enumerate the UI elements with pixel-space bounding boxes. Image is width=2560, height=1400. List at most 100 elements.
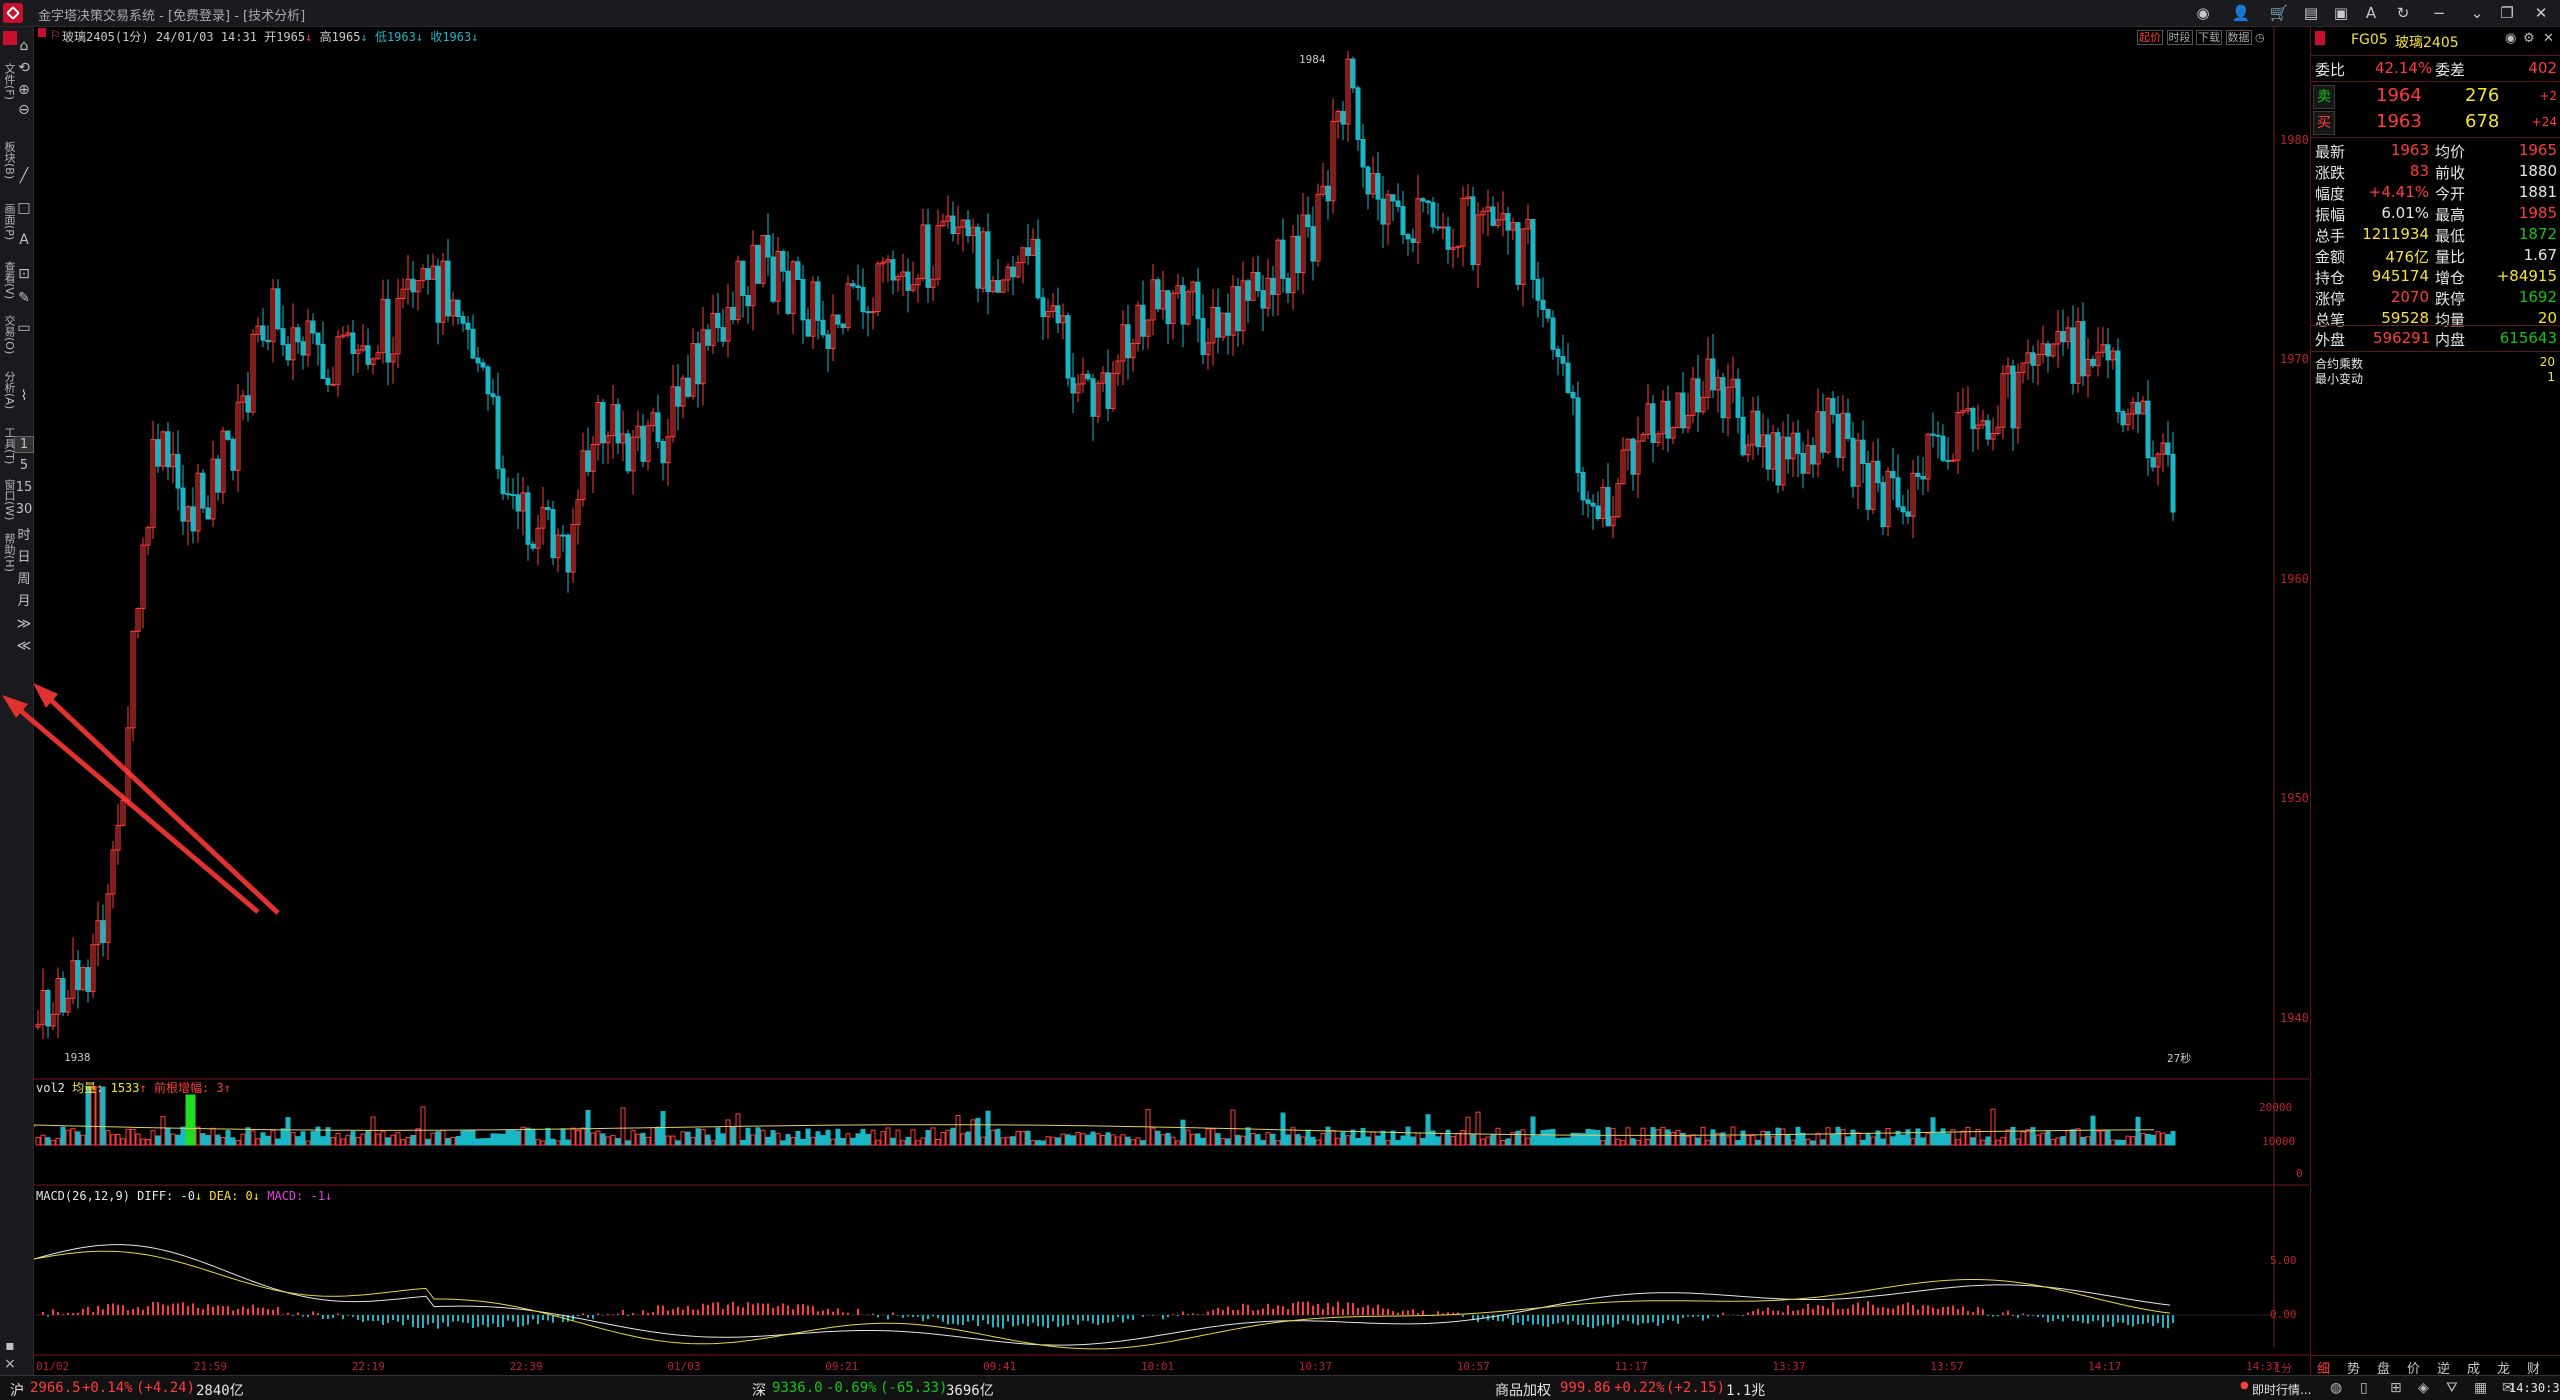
volume-bar xyxy=(2060,1136,2066,1146)
volume-bar xyxy=(1080,1133,1086,1146)
volume-bar xyxy=(400,1139,406,1146)
volume-bar xyxy=(1175,1140,1181,1146)
cart-icon[interactable]: 🛒 xyxy=(2268,3,2290,23)
volume-bar xyxy=(1340,1131,1346,1146)
quote-label: 总笔 xyxy=(2315,311,2346,329)
volume-bar xyxy=(710,1140,716,1146)
volume-bar xyxy=(1620,1139,1626,1146)
chart-type-icon[interactable]: ⌇ xyxy=(14,387,34,405)
refresh-icon[interactable]: ⟲ xyxy=(14,59,34,77)
chart-canvas[interactable] xyxy=(34,27,2309,1375)
quote-prev-icon[interactable]: ◉ xyxy=(2505,31,2516,46)
period-button[interactable]: 月 xyxy=(14,590,34,609)
btn-qijia[interactable]: 起价 xyxy=(2137,30,2163,45)
candle-body xyxy=(1125,324,1131,359)
rss-icon[interactable]: ◉ xyxy=(2192,3,2214,23)
quote-settings-icon[interactable]: ⚙ xyxy=(2523,31,2535,46)
period-button[interactable]: 1 xyxy=(14,436,34,453)
volume-bar xyxy=(650,1127,656,1146)
save-icon[interactable]: ▭ xyxy=(14,319,34,337)
settings-icon[interactable]: ◷ xyxy=(2255,31,2265,44)
status-icon-6[interactable]: ▦ xyxy=(2474,1380,2487,1396)
close-icon[interactable]: ✕ xyxy=(2530,3,2552,23)
home-icon[interactable]: ⌂ xyxy=(14,37,34,55)
volume-bar xyxy=(1400,1135,1406,1146)
volume-bar xyxy=(1640,1127,1646,1146)
collapse-icon[interactable]: ≪ xyxy=(14,637,34,655)
volume-bar xyxy=(1370,1131,1376,1146)
volume-bar xyxy=(260,1132,266,1146)
volume-bar xyxy=(2030,1127,2036,1146)
doc-icon[interactable]: ▤ xyxy=(2300,3,2322,23)
sell-volume: 276 xyxy=(2465,85,2500,106)
status-icon-5[interactable]: ⛛ xyxy=(2446,1380,2458,1396)
lock-icon[interactable]: ⊡ xyxy=(14,265,34,283)
line-tool-icon[interactable]: ╱ xyxy=(14,167,34,185)
zoom-in-icon[interactable]: ⊕ xyxy=(14,81,34,99)
volume-bar xyxy=(2000,1136,2006,1146)
period-button[interactable]: 5 xyxy=(14,458,34,473)
volume-bar xyxy=(2050,1138,2056,1146)
status-icon-3[interactable]: ⊞ xyxy=(2390,1380,2402,1396)
cm-label: 商品加权 xyxy=(1495,1383,1551,1399)
photo-icon[interactable]: ▣ xyxy=(2330,3,2352,23)
period-button[interactable]: 周 xyxy=(14,568,34,587)
period-button[interactable]: 时 xyxy=(14,524,34,543)
candle-body xyxy=(1435,226,1441,229)
volume-bar xyxy=(2040,1132,2046,1146)
restore-icon[interactable]: ❐ xyxy=(2496,3,2518,23)
volume-bar xyxy=(1225,1138,1231,1146)
volume-bar xyxy=(625,1140,631,1146)
period-button[interactable]: 日 xyxy=(14,546,34,565)
volume-bar xyxy=(840,1137,846,1146)
status-icon-4[interactable]: ◈ xyxy=(2418,1380,2429,1396)
realtime-status[interactable]: 即时行情... xyxy=(2252,1381,2311,1398)
candle-body xyxy=(190,506,196,532)
btn-shuju[interactable]: 数据 xyxy=(2225,30,2252,45)
chart-area[interactable]: ⚐ 玻璃2405(1分) 24/01/03 14:31 开1965↓ 高1965… xyxy=(34,27,2309,1375)
header-datetime: 24/01/03 14:31 xyxy=(155,30,257,44)
time-tick: 01/02 xyxy=(36,1360,70,1373)
candle-body xyxy=(655,412,661,442)
lock-small-icon[interactable]: ▪ xyxy=(3,1337,17,1355)
sell-row[interactable]: 卖 1964 276 +2 xyxy=(2311,85,2560,109)
btn-shiduan[interactable]: 时段 xyxy=(2166,30,2193,45)
candle-body xyxy=(1225,312,1231,336)
volume-bar xyxy=(1915,1128,1921,1146)
status-icon-1[interactable]: ◍ xyxy=(2330,1380,2342,1396)
volume-bar xyxy=(210,1127,216,1146)
font-icon[interactable]: A xyxy=(2360,3,2382,23)
btn-xiazai[interactable]: 下载 xyxy=(2196,30,2222,45)
volume-bar xyxy=(2015,1138,2021,1146)
volume-bar xyxy=(1770,1136,1776,1146)
refresh-icon[interactable]: ↻ xyxy=(2392,3,2414,23)
zoom-out-icon[interactable]: ⊖ xyxy=(14,101,34,119)
rect-tool-icon[interactable]: □ xyxy=(14,199,34,217)
volume-bar xyxy=(1760,1130,1766,1146)
down-icon[interactable]: ⌄ xyxy=(2466,3,2488,23)
status-icon-2[interactable]: ▯ xyxy=(2360,1380,2368,1396)
expand-icon[interactable]: ≫ xyxy=(14,615,34,633)
candle-body xyxy=(985,231,991,293)
candle-body xyxy=(1775,432,1781,486)
sh-index: 2966.5 xyxy=(30,1380,81,1396)
period-button[interactable]: 30 xyxy=(14,502,34,517)
candle-body xyxy=(625,433,631,472)
weicha-value: 402 xyxy=(2528,59,2557,77)
period-button[interactable]: 15 xyxy=(14,480,34,495)
user-icon[interactable]: 👤 xyxy=(2230,3,2252,23)
candle-body xyxy=(1070,377,1076,394)
volume-bar xyxy=(270,1130,276,1146)
buy-row[interactable]: 买 1963 678 +24 xyxy=(2311,111,2560,135)
volume-bar xyxy=(1265,1132,1271,1146)
volume-bar xyxy=(600,1133,606,1146)
pen-icon[interactable]: ✎ xyxy=(14,289,34,307)
volume-bar xyxy=(1790,1139,1796,1146)
sz-label: 深 xyxy=(752,1383,766,1399)
volume-bar xyxy=(1125,1136,1131,1146)
minimize-icon[interactable]: − xyxy=(2428,3,2450,23)
volume-bar xyxy=(145,1138,151,1146)
quote-close-icon[interactable]: ✕ xyxy=(2543,31,2554,46)
text-tool-icon[interactable]: A xyxy=(14,231,34,249)
close-small-icon[interactable]: × xyxy=(3,1355,17,1373)
